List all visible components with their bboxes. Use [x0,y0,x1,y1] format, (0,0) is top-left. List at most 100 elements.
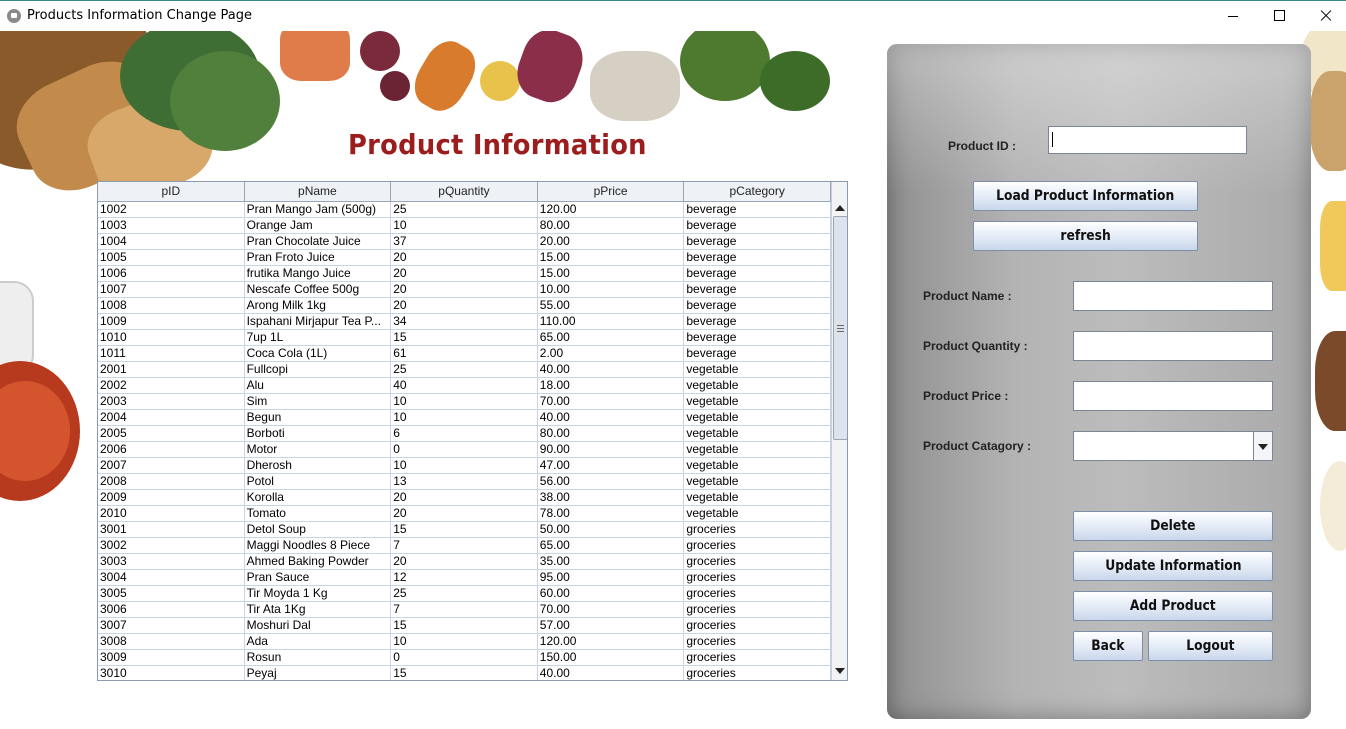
table-cell: 2006 [98,442,245,457]
table-row[interactable]: 3008 Ada 10 120.00 groceries [98,634,831,650]
minimize-icon[interactable] [1210,1,1256,31]
table-cell: beverage [684,250,831,265]
table-cell: vegetable [684,362,831,377]
main-content: Product Information pID pName pQuantity pPr… [0,31,1346,729]
refresh-button[interactable]: refresh [973,221,1198,251]
table-row[interactable]: 1004 Pran Chocolate Juice 37 20.00 beverage [98,234,831,250]
table-row[interactable]: 1007 Nescafe Coffee 500g 20 10.00 beverage [98,282,831,298]
table-cell: 10 [391,218,538,233]
table-row[interactable]: 2004 Begun 10 40.00 vegetable [98,410,831,426]
table-row[interactable]: 2007 Dherosh 10 47.00 vegetable [98,458,831,474]
vertical-scrollbar[interactable] [831,182,847,680]
scroll-down-arrow-icon[interactable] [835,668,845,674]
product-price-input[interactable] [1073,381,1273,411]
table-cell: 110.00 [538,314,685,329]
table-cell: groceries [684,650,831,665]
column-header[interactable]: pName [245,182,392,201]
table-cell: 65.00 [538,330,685,345]
table-cell: 60.00 [538,586,685,601]
table-cell: 50.00 [538,522,685,537]
table-cell: Alu [245,378,392,393]
table-cell: 20 [391,298,538,313]
table-row[interactable]: 3003 Ahmed Baking Powder 20 35.00 groceries [98,554,831,570]
dropdown-button[interactable] [1253,432,1272,460]
table-row[interactable]: 2009 Korolla 20 38.00 vegetable [98,490,831,506]
table-cell: frutika Mango Juice [245,266,392,281]
table-row[interactable]: 3006 Tir Ata 1Kg 7 70.00 groceries [98,602,831,618]
load-product-button[interactable]: Load Product Information [973,181,1198,211]
delete-button[interactable]: Delete [1073,511,1273,541]
table-cell: Ispahani Mirjapur Tea P... [245,314,392,329]
table-row[interactable]: 1003 Orange Jam 10 80.00 beverage [98,218,831,234]
table-row[interactable]: 2006 Motor 0 90.00 vegetable [98,442,831,458]
table-row[interactable]: 3004 Pran Sauce 12 95.00 groceries [98,570,831,586]
table-row[interactable]: 2008 Potol 13 56.00 vegetable [98,474,831,490]
back-button[interactable]: Back [1073,631,1143,661]
table-row[interactable]: 1002 Pran Mango Jam (500g) 25 120.00 beverag… [98,202,831,218]
table-cell: 7 [391,602,538,617]
scroll-thumb[interactable] [833,216,847,440]
table-row[interactable]: 3007 Moshuri Dal 15 57.00 groceries [98,618,831,634]
table-row[interactable]: 1008 Arong Milk 1kg 20 55.00 beverage [98,298,831,314]
table-row[interactable]: 1009 Ispahani Mirjapur Tea P... 34 110.00 be… [98,314,831,330]
table-row[interactable]: 3001 Detol Soup 15 50.00 groceries [98,522,831,538]
table-row[interactable]: 2002 Alu 40 18.00 vegetable [98,378,831,394]
table-cell: 10 [391,394,538,409]
table-cell: Nescafe Coffee 500g [245,282,392,297]
column-header[interactable]: pCategory [684,182,831,201]
table-cell: 35.00 [538,554,685,569]
table-cell: 40.00 [538,410,685,425]
table-row[interactable]: 2001 Fullcopi 25 40.00 vegetable [98,362,831,378]
table-cell: Pran Froto Juice [245,250,392,265]
table-row[interactable]: 3009 Rosun 0 150.00 groceries [98,650,831,666]
table-cell: 37 [391,234,538,249]
table-row[interactable]: 1011 Coca Cola (1L) 61 2.00 beverage [98,346,831,362]
product-quantity-input[interactable] [1073,331,1273,361]
product-id-input[interactable] [1048,126,1247,154]
table-cell: 3006 [98,602,245,617]
table-row[interactable]: 3002 Maggi Noodles 8 Piece 7 65.00 groceries [98,538,831,554]
table-row[interactable]: 3010 Peyaj 15 40.00 groceries [98,666,831,680]
product-category-select[interactable] [1073,431,1273,461]
table-row[interactable]: 1010 7up 1L 15 65.00 beverage [98,330,831,346]
table-cell: 34 [391,314,538,329]
products-table[interactable]: pID pName pQuantity pPrice pCategory 1002 Pra… [97,181,848,681]
table-cell: 2005 [98,426,245,441]
close-icon[interactable] [1302,1,1346,31]
table-cell: 20 [391,554,538,569]
table-cell: 12 [391,570,538,585]
table-cell: 1002 [98,202,245,217]
table-header: pID pName pQuantity pPrice pCategory [98,182,831,202]
column-header[interactable]: pPrice [538,182,685,201]
table-cell: 10.00 [538,282,685,297]
table-cell: 3008 [98,634,245,649]
table-body[interactable]: 1002 Pran Mango Jam (500g) 25 120.00 beverag… [98,202,831,680]
logout-button[interactable]: Logout [1148,631,1273,661]
update-information-button[interactable]: Update Information [1073,551,1273,581]
table-row[interactable]: 1006 frutika Mango Juice 20 15.00 beverage [98,266,831,282]
table-cell: 150.00 [538,650,685,665]
table-cell: 2010 [98,506,245,521]
table-cell: 120.00 [538,202,685,217]
column-header[interactable]: pID [98,182,245,201]
table-cell: Moshuri Dal [245,618,392,633]
add-product-button[interactable]: Add Product [1073,591,1273,621]
table-cell: 0 [391,442,538,457]
table-row[interactable]: 2010 Tomato 20 78.00 vegetable [98,506,831,522]
product-name-input[interactable] [1073,281,1273,311]
table-cell: Maggi Noodles 8 Piece [245,538,392,553]
table-row[interactable]: 1005 Pran Froto Juice 20 15.00 beverage [98,250,831,266]
table-row[interactable]: 2005 Borboti 6 80.00 vegetable [98,426,831,442]
table-cell: beverage [684,314,831,329]
scroll-grip-icon [837,325,844,332]
table-cell: Rosun [245,650,392,665]
table-cell: 20 [391,282,538,297]
scroll-up-arrow-icon[interactable] [835,205,845,211]
product-price-label: Product Price : [923,389,1009,403]
table-cell: groceries [684,522,831,537]
maximize-icon[interactable] [1256,1,1302,31]
table-cell: 70.00 [538,394,685,409]
table-row[interactable]: 3005 Tir Moyda 1 Kg 25 60.00 groceries [98,586,831,602]
table-row[interactable]: 2003 Sim 10 70.00 vegetable [98,394,831,410]
column-header[interactable]: pQuantity [391,182,538,201]
